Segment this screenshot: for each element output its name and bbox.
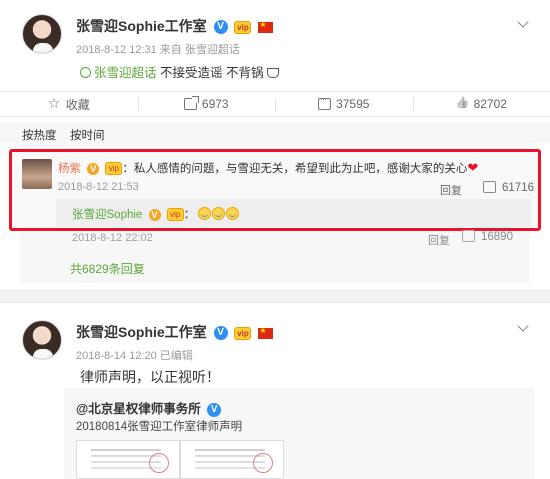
like-button[interactable]: 82702 bbox=[412, 92, 550, 116]
favorite-button[interactable]: 收藏 bbox=[0, 92, 138, 116]
comment-like-button[interactable]: 61716 bbox=[483, 181, 534, 194]
comment-count: 37595 bbox=[336, 97, 370, 111]
post-content: 张雪迎超话 不接受造谣 不背锅 bbox=[80, 62, 279, 81]
vip-badge-icon: vip bbox=[234, 20, 252, 34]
verified-icon: V bbox=[213, 20, 228, 35]
verified-icon: V bbox=[207, 402, 222, 417]
sort-tab-time[interactable]: 按时间 bbox=[70, 127, 105, 143]
comment-like-count: 16890 bbox=[481, 231, 513, 243]
post-text: 不接受造谣 不背锅 bbox=[156, 66, 264, 80]
sub-reply: 张雪迎Sophie V vip： bbox=[72, 206, 240, 222]
comment-sort-bar: 按热度 按时间 bbox=[0, 123, 550, 143]
china-flag-icon bbox=[258, 20, 274, 33]
comment-time: 2018-8-12 21:53 bbox=[58, 181, 139, 193]
quoted-author-name[interactable]: @北京星权律师事务所 bbox=[76, 402, 201, 416]
quoted-author[interactable]: @北京星权律师事务所 V bbox=[76, 398, 222, 417]
vip-badge-icon: vip bbox=[105, 162, 123, 176]
sort-tab-hot[interactable]: 按热度 bbox=[22, 127, 57, 143]
author-avatar[interactable] bbox=[22, 14, 62, 54]
commenter-avatar[interactable] bbox=[22, 159, 52, 189]
verified-icon: V bbox=[148, 208, 161, 221]
heart-icon: ❤ bbox=[467, 160, 479, 175]
post-divider bbox=[0, 290, 550, 303]
crying-emoji-icon bbox=[198, 207, 212, 220]
comment-text-line: 杨紫 V vip ：私人感情的问题，与雪迎无关，希望到此为止吧，感谢大家的关心❤ bbox=[58, 160, 478, 176]
china-flag-icon bbox=[258, 326, 274, 339]
comment-button[interactable]: 37595 bbox=[275, 92, 413, 116]
chevron-down-icon[interactable] bbox=[516, 18, 530, 28]
comment-icon bbox=[318, 94, 332, 110]
action-bar: 收藏 6973 37595 82702 bbox=[0, 91, 550, 117]
share-button[interactable]: 6973 bbox=[137, 92, 276, 116]
thumbs-up-icon bbox=[483, 181, 496, 193]
commenter-name[interactable]: 杨紫 bbox=[58, 163, 81, 175]
super-topic-icon bbox=[80, 67, 91, 78]
vip-badge-icon: vip bbox=[166, 208, 184, 222]
star-icon bbox=[48, 95, 61, 112]
post-author[interactable]: 张雪迎Sophie工作室 V vip bbox=[76, 322, 274, 342]
post-meta: 2018-8-12 12:31 来自 张雪迎超话 bbox=[76, 44, 240, 56]
document-image-1[interactable] bbox=[76, 440, 180, 479]
vip-badge-icon: vip bbox=[234, 326, 252, 340]
thumbs-up-icon bbox=[456, 98, 469, 110]
post-text: 律师声明，以正视听！ bbox=[80, 369, 220, 385]
crying-emoji-icon bbox=[212, 207, 226, 220]
document-image-2[interactable] bbox=[180, 440, 284, 479]
share-count: 6973 bbox=[201, 97, 229, 111]
sub-reply-author[interactable]: 张雪迎Sophie bbox=[72, 209, 142, 221]
post-meta: 2018-8-14 12:20 已编辑 bbox=[76, 350, 193, 362]
thumbs-up-icon bbox=[462, 230, 475, 242]
sub-reply-text: ： bbox=[183, 209, 196, 221]
comment-like-button[interactable]: 16890 bbox=[462, 230, 513, 243]
crying-emoji-icon bbox=[226, 207, 240, 220]
comment-like-count: 61716 bbox=[502, 182, 534, 194]
more-replies-link[interactable]: 共6829条回复 bbox=[70, 260, 145, 277]
super-topic-link[interactable]: 张雪迎超话 bbox=[94, 66, 157, 80]
author-avatar[interactable] bbox=[22, 320, 62, 360]
author-name[interactable]: 张雪迎Sophie工作室 bbox=[76, 18, 207, 34]
pot-emoji-icon bbox=[266, 68, 279, 78]
verified-icon: V bbox=[87, 162, 100, 175]
post-author[interactable]: 张雪迎Sophie工作室 V vip bbox=[76, 16, 274, 36]
favorite-label: 收藏 bbox=[65, 97, 90, 112]
comment-time: 2018-8-12 22:02 bbox=[72, 232, 153, 244]
share-icon bbox=[183, 96, 199, 110]
like-count: 82702 bbox=[473, 97, 507, 111]
comment-text: ：私人感情的问题，与雪迎无关，希望到此为止吧，感谢大家的关心 bbox=[122, 163, 468, 175]
verified-icon: V bbox=[213, 326, 228, 341]
reply-button[interactable]: 回复 bbox=[440, 182, 462, 198]
author-name[interactable]: 张雪迎Sophie工作室 bbox=[76, 324, 207, 340]
quoted-text: 20180814张雪迎工作室律师声明 bbox=[76, 421, 243, 433]
reply-button[interactable]: 回复 bbox=[428, 232, 450, 248]
chevron-down-icon[interactable] bbox=[516, 322, 530, 332]
